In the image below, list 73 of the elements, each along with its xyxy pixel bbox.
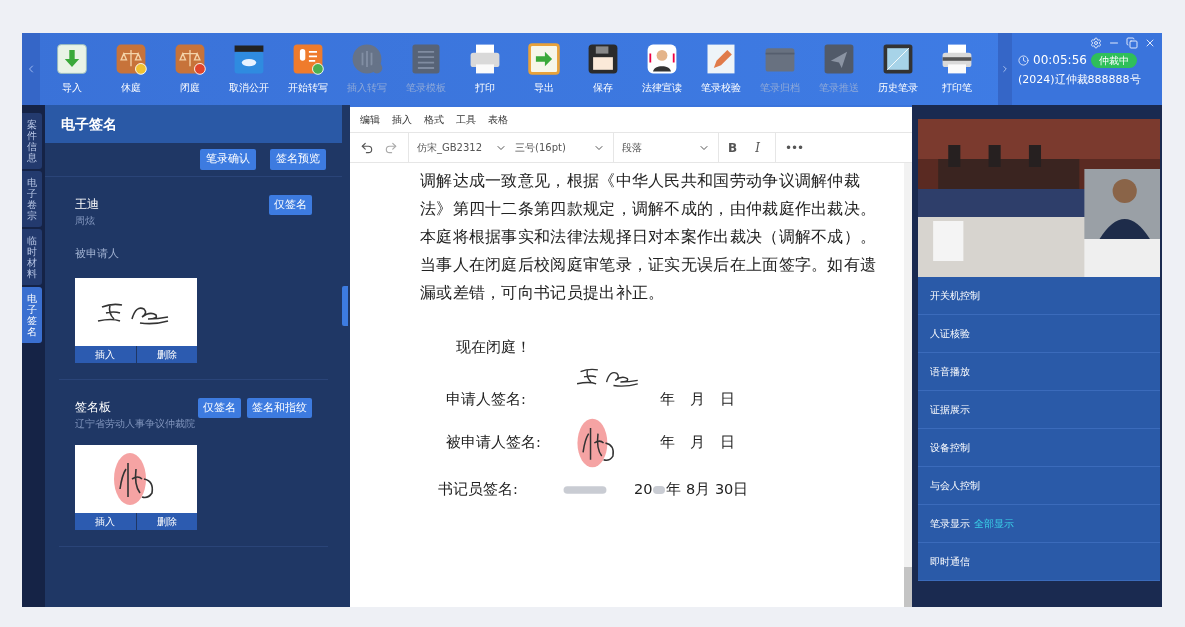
signature-action[interactable]: 删除 [136, 345, 197, 363]
menu-item[interactable]: 编辑 [360, 112, 380, 127]
control-menu-item[interactable]: 设备控制 [918, 429, 1160, 467]
side-tab[interactable]: 案件信息 [22, 113, 42, 169]
side-tab[interactable]: 电子卷宗 [22, 171, 42, 227]
signature-date: 年 月 日 [660, 390, 735, 409]
toolbar-button[interactable]: 打印 [457, 41, 513, 95]
undo-icon[interactable] [360, 140, 374, 155]
scroll-right-icon[interactable] [1000, 64, 1010, 74]
more-button[interactable]: ••• [774, 133, 813, 162]
block-select[interactable]: 段落 [622, 140, 710, 155]
document-paragraph: 调解达成一致意见，根据《中华人民共和国劳动争议调解仲裁法》第四十二条第四款规定，调解不成的，由仲裁庭作出裁决。本庭将根据事实和法律法规择日对本案作出裁决（调解不成）。当事人在闭庭后校阅庭审笔录，证实无误后在上面签字。如有遗漏或差错，可向书记员提出补正。 [420, 171, 878, 304]
bold-button[interactable]: B [719, 133, 747, 162]
control-menu-item[interactable]: 证据展示 [918, 391, 1160, 429]
signature-action[interactable]: 插入 [75, 345, 137, 363]
signer-role: 被申请人 [75, 246, 119, 260]
toolbar-button[interactable]: 开始转写 [280, 41, 336, 95]
scrollbar-thumb[interactable] [904, 567, 912, 607]
menu-item[interactable]: 工具 [456, 112, 476, 127]
toolbar-button[interactable]: 导出 [516, 41, 572, 95]
toolbar-button[interactable]: 打印笔 [929, 41, 985, 95]
signature-date: 年 8月 30日 [666, 479, 749, 499]
timer: 00:05:56 [1033, 52, 1087, 69]
toolbar-button[interactable]: 历史笔录 [870, 41, 926, 95]
signer-name: 王迪 [75, 195, 99, 213]
toolbar-button[interactable]: 闭庭 [162, 41, 218, 95]
control-menu-item[interactable]: 人证核验 [918, 315, 1160, 353]
signer-subtitle: 周炫 [75, 213, 96, 228]
side-tab[interactable]: 临时材料 [22, 229, 42, 285]
action-button[interactable]: 笔录确认 [200, 149, 256, 170]
closing-text: 现在闭庭！ [456, 338, 531, 356]
control-menu-item[interactable]: 语音播放 [918, 353, 1160, 391]
signature-action[interactable]: 删除 [136, 512, 197, 530]
redo-icon[interactable] [384, 140, 398, 155]
collapse-handle[interactable] [342, 286, 348, 326]
control-menu-item[interactable]: 即时通信 [918, 543, 1160, 581]
toolbar-button[interactable]: 法律宣读 [634, 41, 690, 95]
status-badge: 仲裁中 [1090, 52, 1137, 68]
signature-action[interactable]: 插入 [75, 512, 137, 530]
toolbar-button[interactable]: 笔录校验 [693, 41, 749, 95]
sign-button[interactable]: 仅签名 [269, 194, 312, 215]
control-menu-item[interactable]: 笔录显示 全部显示 [918, 505, 1160, 543]
size-select[interactable]: 三号(16pt) [515, 140, 605, 155]
action-button[interactable]: 签名预览 [270, 149, 326, 170]
control-menu-item[interactable]: 与会人控制 [918, 467, 1160, 505]
toolbar-button[interactable]: 休庭 [103, 41, 159, 95]
toolbar-button[interactable]: 取消公开 [221, 41, 277, 95]
display-mode-link[interactable]: 全部显示 [974, 516, 1014, 531]
signature-label: 被申请人签名: [446, 432, 542, 452]
menu-item[interactable]: 格式 [424, 112, 444, 127]
close-icon[interactable] [1144, 37, 1156, 49]
menu-item[interactable]: 表格 [488, 112, 508, 127]
clock-icon [1018, 54, 1029, 66]
menu-item[interactable]: 插入 [392, 112, 412, 127]
date-prefix: 20 [634, 479, 653, 499]
font-select[interactable]: 仿宋_GB2312 [417, 140, 507, 155]
restore-icon[interactable] [1126, 37, 1138, 49]
sign-button[interactable]: 仅签名 [198, 397, 241, 418]
settings-icon[interactable] [1090, 37, 1102, 49]
side-tab[interactable]: 电子签名 [22, 287, 42, 343]
toolbar-button[interactable]: 导入 [44, 41, 100, 95]
signer-name: 签名板 [75, 398, 112, 416]
signature-date: 年 月 日 [660, 432, 735, 452]
signature-label: 申请人签名: [446, 390, 527, 409]
case-number: (2024)辽仲裁888888号 [1018, 72, 1142, 88]
sign-button[interactable]: 签名和指纹 [247, 397, 312, 418]
panel-title: 电子签名 [61, 114, 117, 134]
signature-label: 书记员签名: [438, 479, 519, 499]
download-icon [54, 41, 90, 77]
control-menu-item[interactable]: 开关机控制 [918, 277, 1160, 315]
toolbar-button[interactable]: 保存 [575, 41, 631, 95]
italic-button[interactable]: I [746, 133, 769, 162]
signer-subtitle: 辽宁省劳动人事争议仲裁院 [75, 416, 195, 431]
